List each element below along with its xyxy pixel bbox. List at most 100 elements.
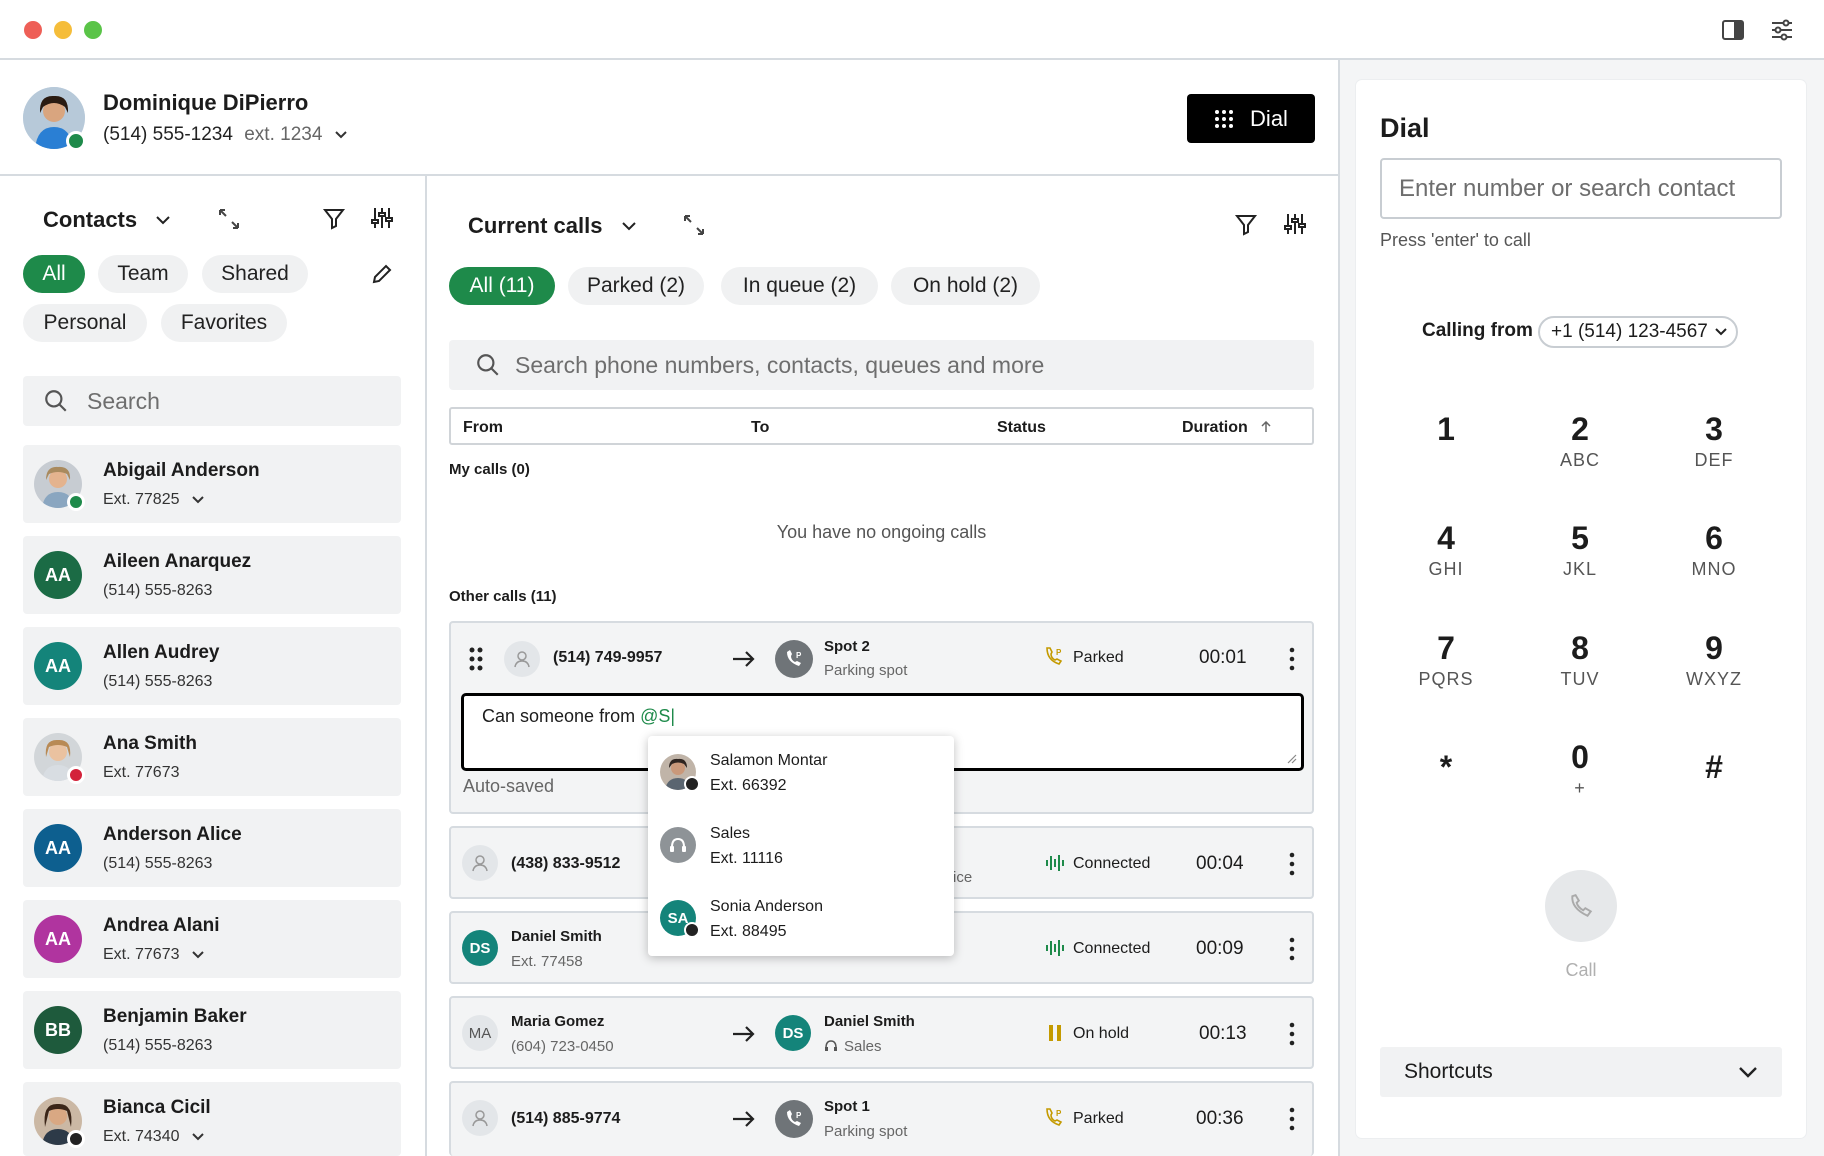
contact-item[interactable]: AA Andrea Alani Ext. 77673 (23, 900, 401, 978)
dial-button[interactable]: Dial (1187, 94, 1315, 143)
mention-suggestion-item[interactable]: SA Sonia Anderson Ext. 88495 (648, 882, 954, 954)
contact-item[interactable]: BB Benjamin Baker (514) 555-8263 (23, 991, 401, 1069)
keypad-key-6[interactable]: 6 MNO (1659, 521, 1769, 580)
keypad-key-2[interactable]: 2 ABC (1525, 412, 1635, 471)
call-to-sub: Parking spot (824, 662, 908, 679)
mention-suggestion-item[interactable]: Salamon Montar Ext. 66392 (648, 736, 954, 808)
maximize-window-button[interactable] (84, 21, 102, 39)
suggestion-name: Sales (710, 825, 751, 842)
contact-ext-value: Ext. 74340 (103, 1128, 180, 1145)
more-options-icon[interactable] (1282, 1105, 1302, 1133)
keypad-key-star[interactable]: * (1391, 750, 1501, 784)
svg-text:P: P (1056, 1109, 1062, 1118)
filter-chip-shared[interactable]: Shared (202, 255, 308, 293)
keypad-key-4[interactable]: 4 GHI (1391, 521, 1501, 580)
sidebar-toggle-icon[interactable] (1721, 18, 1745, 42)
online-status-dot (67, 493, 85, 511)
contacts-search-input[interactable]: Search (23, 376, 401, 426)
filter-chip-favorites[interactable]: Favorites (161, 304, 287, 342)
call-row[interactable]: (514) 885-9774 P Spot 1 Parking spot P P… (449, 1081, 1314, 1156)
keypad-key-3[interactable]: 3 DEF (1659, 412, 1769, 471)
sort-up-arrow-icon[interactable] (1261, 421, 1271, 433)
current-calls-title[interactable]: Current calls (468, 213, 637, 239)
dial-title: Dial (1380, 113, 1430, 143)
no-calls-message: You have no ongoing calls (776, 522, 987, 542)
chevron-down-icon (621, 222, 636, 231)
current-calls-title-label: Current calls (468, 213, 603, 238)
search-icon (45, 390, 67, 412)
keypad-key-9[interactable]: 9 WXYZ (1659, 631, 1769, 690)
filter-chip-all[interactable]: All (23, 255, 85, 293)
suggestion-ext: Ext. 66392 (710, 777, 787, 794)
call-duration: 00:01 (1199, 647, 1247, 668)
calls-search-input[interactable]: Search phone numbers, contacts, queues a… (449, 340, 1314, 390)
chevron-down-icon[interactable] (192, 1133, 204, 1141)
call-from: (514) 885-9774 (511, 1110, 621, 1127)
column-status[interactable]: Status (997, 419, 1046, 437)
adjust-sliders-icon[interactable] (1283, 212, 1307, 236)
contacts-title[interactable]: Contacts (43, 207, 171, 233)
other-calls-label: Other calls (11) (449, 588, 557, 605)
contact-item[interactable]: Abigail Anderson Ext. 77825 (23, 445, 401, 523)
filter-icon[interactable] (1234, 212, 1258, 236)
minimize-window-button[interactable] (54, 21, 72, 39)
call-from: Maria Gomez (511, 1013, 605, 1030)
contacts-search-placeholder: Search (87, 387, 160, 414)
calls-tab-parked[interactable]: Parked (2) (568, 267, 704, 305)
column-from[interactable]: From (463, 419, 503, 437)
contacts-title-label: Contacts (43, 207, 138, 232)
resize-handle-icon[interactable] (1287, 754, 1297, 764)
call-row[interactable]: MA Maria Gomez (604) 723-0450 DS Daniel … (449, 996, 1314, 1069)
keypad-key-5[interactable]: 5 JKL (1525, 521, 1635, 580)
column-duration[interactable]: Duration (1182, 419, 1248, 437)
expand-icon[interactable] (217, 207, 241, 231)
headset-icon (825, 1040, 837, 1051)
online-status-dot (66, 131, 86, 151)
column-to[interactable]: To (751, 419, 769, 437)
adjust-sliders-icon[interactable] (370, 206, 394, 230)
calls-tab-all[interactable]: All (11) (449, 267, 555, 305)
more-options-icon[interactable] (1282, 935, 1302, 963)
autosaved-label: Auto-saved (463, 776, 555, 796)
drag-handle-icon[interactable] (469, 647, 483, 671)
calls-tab-on-hold[interactable]: On hold (2) (891, 267, 1040, 305)
contact-item[interactable]: AA Aileen Anarquez (514) 555-8263 (23, 536, 401, 614)
chevron-down-icon[interactable] (192, 951, 204, 959)
more-options-icon[interactable] (1282, 645, 1302, 673)
key-digit: 3 (1705, 411, 1723, 447)
keypad-key-1[interactable]: 1 (1391, 412, 1501, 450)
keypad-key-hash[interactable]: # (1659, 750, 1769, 784)
more-options-icon[interactable] (1282, 1020, 1302, 1048)
filter-chip-personal[interactable]: Personal (23, 304, 147, 342)
contact-item[interactable]: AA Allen Audrey (514) 555-8263 (23, 627, 401, 705)
call-note-text: Can someone from @S| (482, 706, 675, 727)
filter-chip-team[interactable]: Team (98, 255, 188, 293)
more-options-icon[interactable] (1282, 850, 1302, 878)
close-window-button[interactable] (24, 21, 42, 39)
chevron-down-icon[interactable] (192, 496, 204, 504)
calling-from-label: Calling from (1422, 320, 1533, 341)
user-phone[interactable]: (514) 555-1234 ext. 1234 (103, 124, 348, 146)
expand-icon[interactable] (682, 213, 706, 237)
calling-from-select[interactable]: +1 (514) 123-4567 (1538, 316, 1738, 348)
mention-suggestion-item[interactable]: Sales Ext. 11116 (648, 809, 954, 881)
call-to-name: Spot 1 (824, 1098, 870, 1115)
filter-icon[interactable] (322, 206, 346, 230)
contact-item[interactable]: AA Anderson Alice (514) 555-8263 (23, 809, 401, 887)
keypad-key-0[interactable]: 0 + (1525, 740, 1635, 799)
caller-initials: DS (462, 930, 498, 966)
call-button[interactable] (1545, 870, 1617, 942)
keypad-key-8[interactable]: 8 TUV (1525, 631, 1635, 690)
contact-name: Anderson Alice (103, 824, 242, 845)
calls-tab-in-queue[interactable]: In queue (2) (721, 267, 878, 305)
contact-item[interactable]: Bianca Cicil Ext. 74340 (23, 1082, 401, 1156)
shortcuts-accordion[interactable]: Shortcuts (1380, 1047, 1782, 1097)
connected-soundwave-icon (1046, 940, 1064, 956)
dial-number-input[interactable]: Enter number or search contact (1380, 158, 1782, 219)
keypad-key-7[interactable]: 7 PQRS (1391, 631, 1501, 690)
contact-name: Ana Smith (103, 733, 197, 754)
edit-pencil-icon[interactable] (370, 262, 394, 286)
on-hold-pause-icon (1049, 1025, 1061, 1041)
settings-sliders-icon[interactable] (1770, 18, 1794, 42)
contact-item[interactable]: Ana Smith Ext. 77673 (23, 718, 401, 796)
